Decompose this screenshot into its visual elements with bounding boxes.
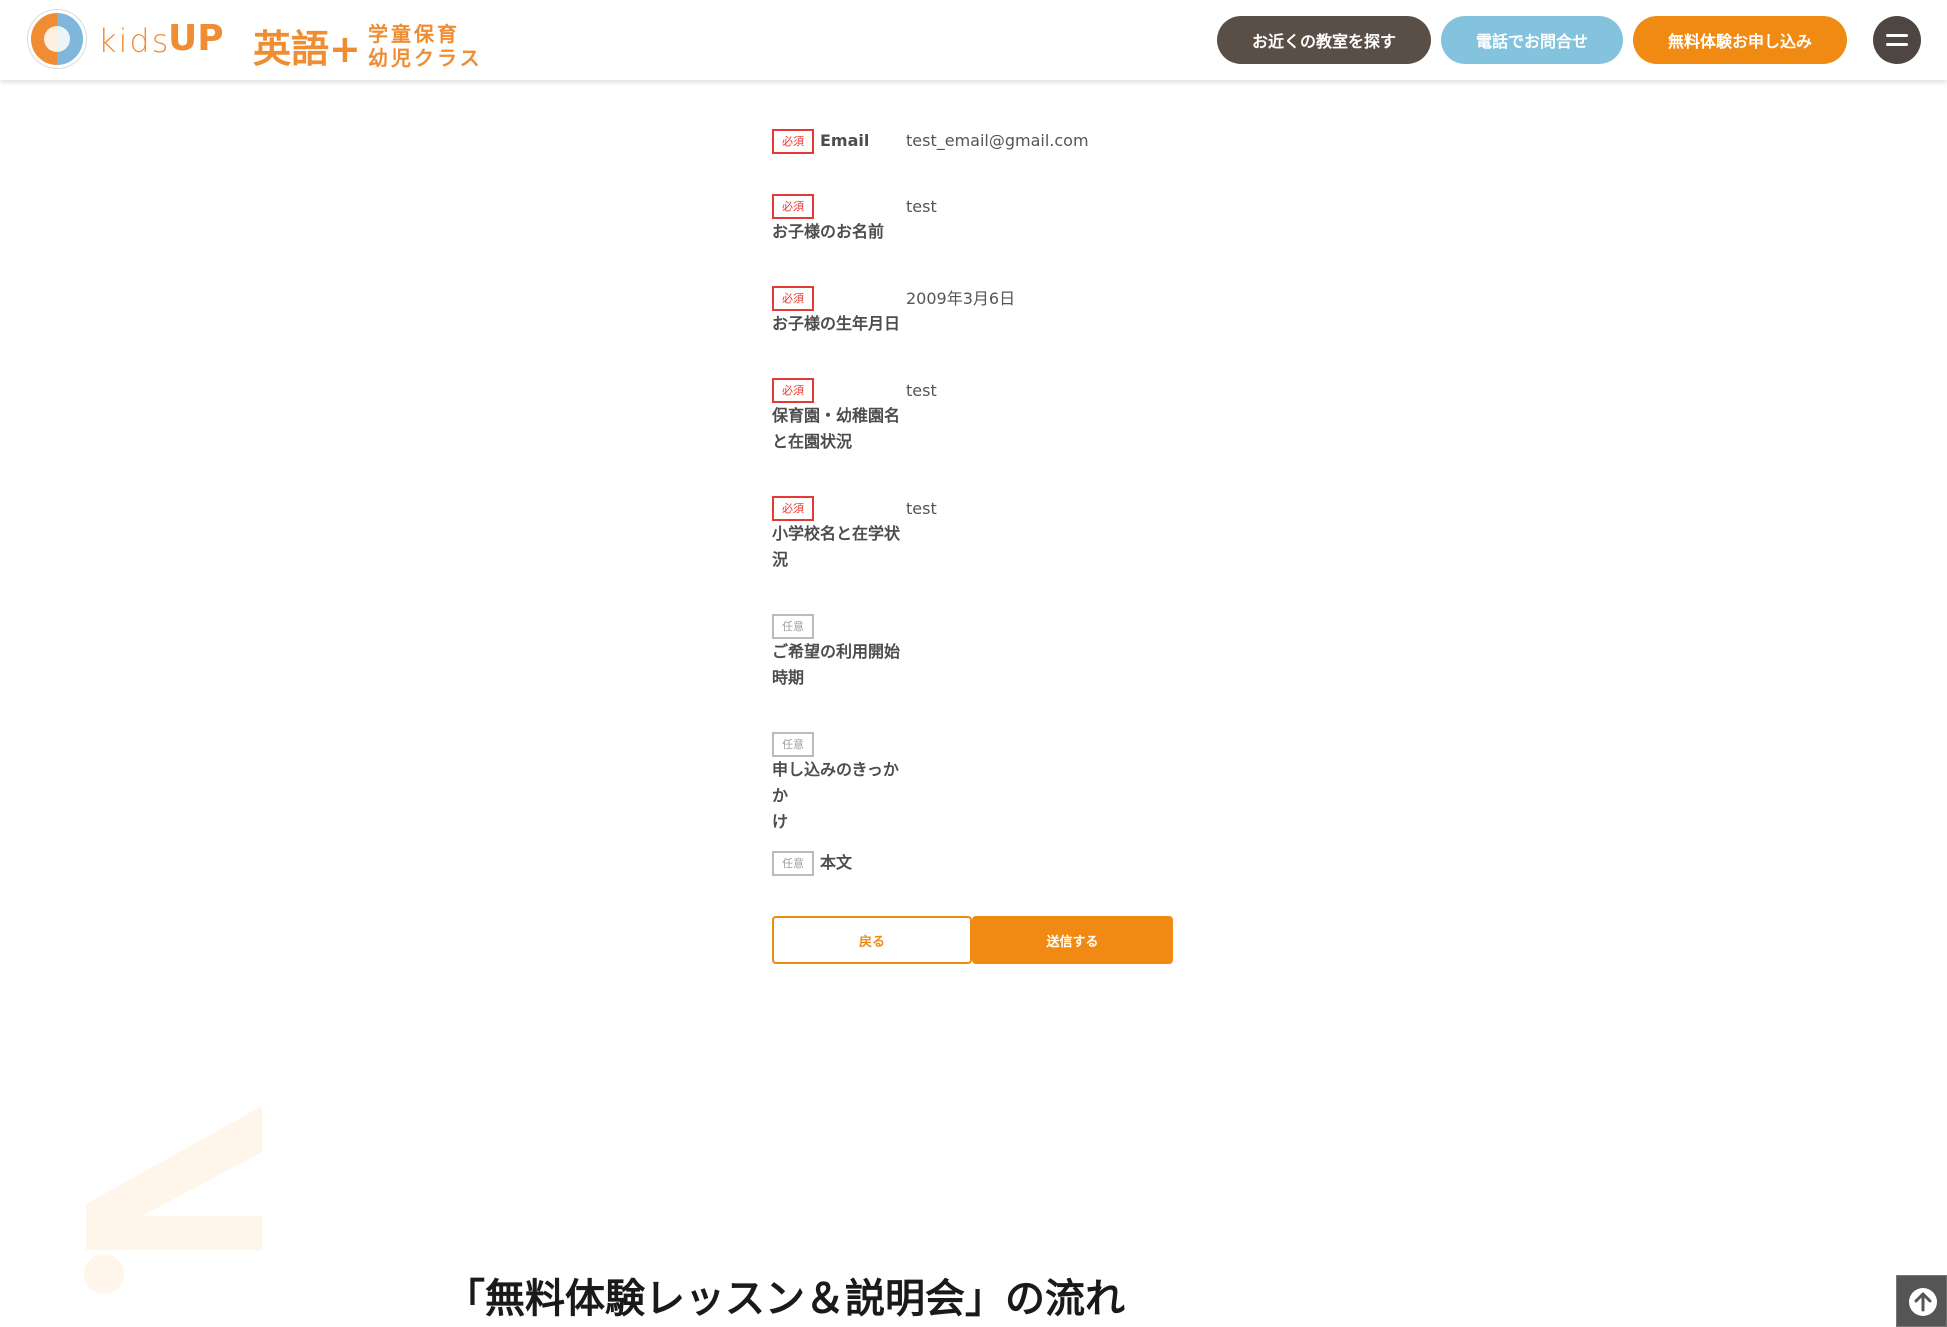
logo-sub-line2: 幼児クラス [368,46,483,70]
optional-badge: 任意 [772,732,814,757]
field-label-line2: と在園状況 [772,432,853,451]
logo-kids-text: kids [98,22,171,60]
field-label: 必須 お子様の生年月日 [772,286,907,337]
field-label: 必須 Email [772,128,907,154]
field-value: test [906,381,937,400]
question-mark-decoration-icon [84,1106,262,1294]
field-label-line2: 時期 [772,668,805,687]
field-label-line2: け [772,812,789,831]
phone-inquiry-button[interactable]: 電話でお問合せ [1441,16,1623,64]
free-trial-button[interactable]: 無料体験お申し込み [1633,16,1847,64]
field-label: 任意 ご希望の利用開始 時期 [772,614,907,691]
logo-mark-icon [28,10,86,68]
field-label: 任意 本文 [772,850,907,876]
field-label-line1: ご希望の利用開始 [772,642,901,661]
field-label: 必須 小学校名と在学状 況 [772,496,907,573]
optional-badge: 任意 [772,850,814,876]
required-badge: 必須 [772,286,814,311]
field-label-line1: 申し込みのきっかか [772,760,899,805]
logo-up-text: UP [168,18,224,59]
submit-button[interactable]: 送信する [972,916,1173,964]
optional-badge: 任意 [772,614,814,639]
required-badge: 必須 [772,194,814,219]
field-value: 2009年3月6日 [906,289,1016,308]
arrow-up-icon [1909,1288,1937,1316]
hamburger-menu-icon[interactable] [1873,16,1921,64]
field-value: test [906,499,937,518]
required-badge: 必須 [772,128,814,154]
field-label-text: お子様のお名前 [772,222,885,241]
logo-eigo-text: 英語+ [253,27,361,71]
field-label: 任意 申し込みのきっかか け [772,732,907,835]
field-value: test_email@gmail.com [906,131,1089,150]
field-value: test [906,197,937,216]
field-label: 必須 お子様のお名前 [772,194,907,245]
field-label-text: お子様の生年月日 [772,314,901,333]
find-classroom-button[interactable]: お近くの教室を探す [1217,16,1431,64]
field-label-line1: 保育園・幼稚園名 [772,406,901,425]
field-label-line2: 況 [772,550,789,569]
scroll-to-top-button[interactable] [1896,1275,1947,1327]
field-label-line1: 小学校名と在学状 [772,524,901,543]
required-badge: 必須 [772,496,814,521]
required-badge: 必須 [772,378,814,403]
site-logo[interactable]: kids UP 英語+ 学童保育 幼児クラス [28,10,488,71]
field-label-text: 本文 [820,853,853,872]
back-button[interactable]: 戻る [772,916,972,964]
field-label: 必須 保育園・幼稚園名 と在園状況 [772,378,907,455]
logo-subtitle: 学童保育 幼児クラス [368,18,488,70]
section-title: 「無料体験レッスン＆説明会」の流れ [445,1276,1125,1322]
site-header: kids UP 英語+ 学童保育 幼児クラス お近くの教室を探す 電話でお問合せ… [0,0,1947,80]
field-label-text: Email [820,131,870,150]
